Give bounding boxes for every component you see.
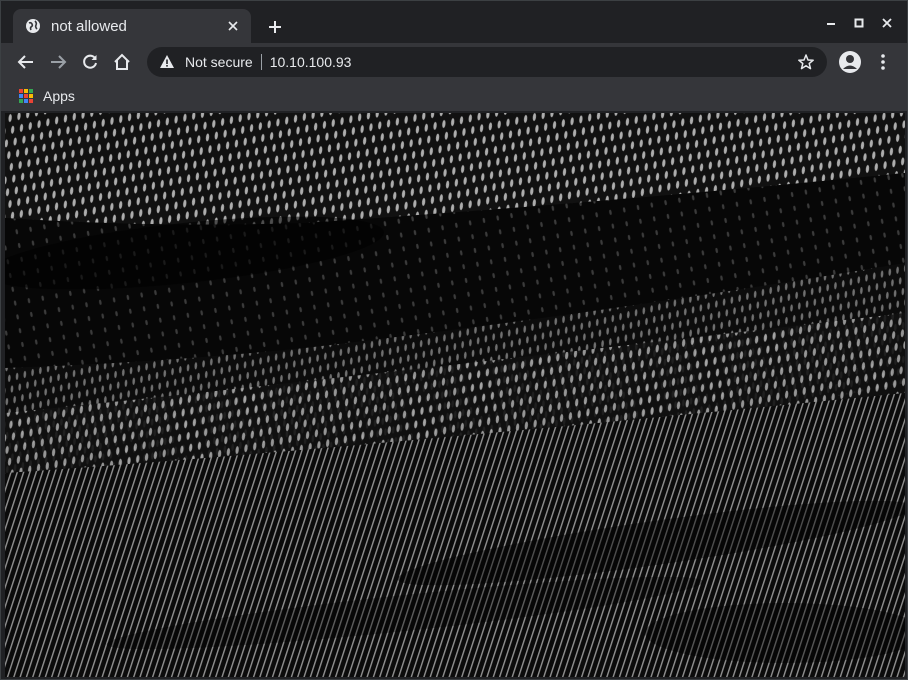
minimize-button[interactable] [821,13,841,33]
security-label[interactable]: Not secure [185,54,253,70]
plus-icon [269,21,281,33]
divider [260,54,262,70]
apps-grid-icon [19,89,33,103]
apps-label: Apps [43,88,75,104]
window-close-button[interactable] [877,13,897,33]
browser-window: not allowed Not secure 10.10.100.93 Apps [0,0,908,680]
bookmark-apps[interactable]: Apps [19,85,75,107]
tab-title: not allowed [51,17,127,35]
maximize-icon [854,18,864,28]
tab-strip: not allowed [1,1,907,43]
new-tab-button[interactable] [263,15,287,39]
reload-icon [83,54,97,69]
toolbar: Not secure 10.10.100.93 [1,43,907,81]
close-icon [882,18,892,28]
kebab-menu-icon [881,54,885,70]
reload-button[interactable] [77,49,103,75]
home-icon [114,53,130,70]
arrow-right-icon [51,55,67,69]
page-content[interactable] [5,113,905,677]
url-text[interactable]: 10.10.100.93 [270,54,797,70]
close-icon[interactable] [223,16,243,36]
maximize-button[interactable] [849,13,869,33]
warning-icon[interactable] [159,54,175,70]
dark-textured-fabric-photo [5,113,905,677]
forward-button[interactable] [45,49,71,75]
tab-active[interactable]: not allowed [13,9,251,43]
globe-icon [25,18,41,34]
address-bar[interactable]: Not secure 10.10.100.93 [147,47,827,77]
home-button[interactable] [109,49,135,75]
minimize-icon [827,23,835,25]
profile-button[interactable] [837,49,863,75]
arrow-left-icon [17,55,33,69]
star-icon[interactable] [797,53,815,71]
back-button[interactable] [13,49,39,75]
bookmarks-bar: Apps [1,81,907,112]
menu-button[interactable] [870,49,896,75]
account-icon [839,51,861,73]
